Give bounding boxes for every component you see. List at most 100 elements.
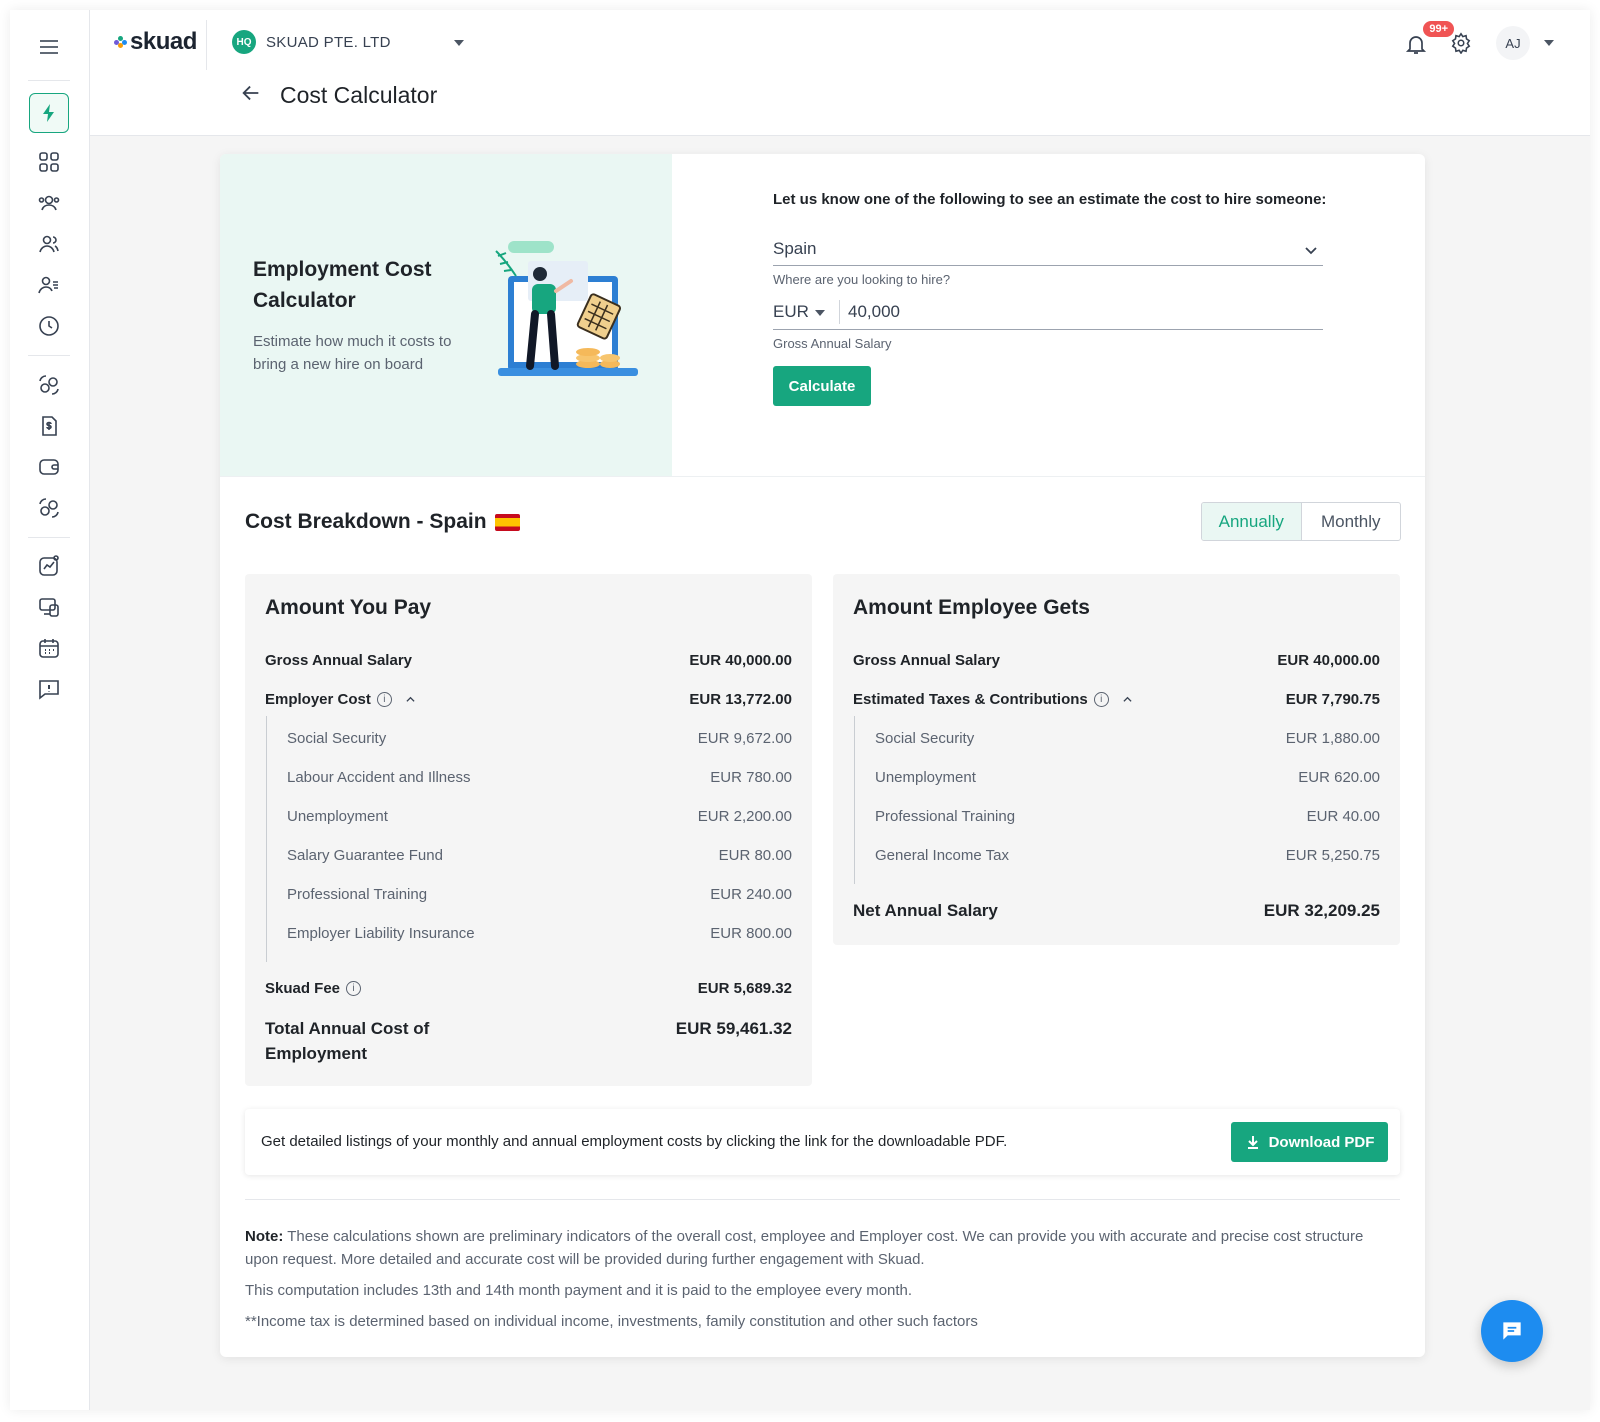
row-value: EUR 40,000.00 [1277, 651, 1380, 669]
avatar[interactable]: AJ [1496, 26, 1530, 60]
calculate-button[interactable]: Calculate [773, 366, 871, 406]
row-label-group: Estimated Taxes & Contributions i [853, 691, 1132, 708]
sidebar-item-expenses[interactable] [29, 488, 69, 528]
sidebar-item-calendar[interactable] [29, 628, 69, 668]
breakdown-title-text: Cost Breakdown - Spain [245, 510, 487, 533]
item-value: EUR 800.00 [710, 924, 792, 942]
note-paragraph: Note: These calculations shown are preli… [245, 1225, 1400, 1271]
notes-divider [245, 1199, 1400, 1200]
chat-button[interactable] [1481, 1300, 1543, 1362]
sidebar-item-quick-actions[interactable] [29, 93, 69, 133]
chat-icon [1503, 1322, 1521, 1340]
sidebar [10, 10, 90, 1410]
company-selector[interactable]: HQ SKUAD PTE. LTD [232, 30, 391, 54]
analytics-icon [39, 555, 59, 576]
panel-title: Amount You Pay [265, 596, 432, 619]
main-content: Employment Cost Calculator Estimate how … [90, 136, 1590, 1410]
country-select[interactable]: Spain [773, 234, 1323, 266]
calculator-form: Let us know one of the following to see … [773, 154, 1425, 476]
gross-salary-row: Gross Annual Salary EUR 40,000.00 [265, 648, 792, 672]
chevron-down-icon[interactable] [454, 40, 464, 46]
row-label-group: Employer Cost i [265, 691, 415, 708]
info-icon[interactable]: i [1093, 691, 1109, 707]
info-icon[interactable]: i [346, 980, 362, 996]
sidebar-item-dashboard[interactable] [29, 142, 69, 182]
user-list-icon [38, 276, 58, 294]
chevron-up-icon[interactable] [1123, 695, 1132, 704]
employer-cost-row[interactable]: Employer Cost i EUR 13,772.00 [265, 687, 792, 711]
page-title-row: Cost Calculator [240, 82, 437, 109]
caret-down-icon[interactable] [815, 310, 825, 316]
sidebar-item-team[interactable] [29, 183, 69, 223]
item-label: Employer Liability Insurance [287, 924, 475, 942]
list-item: Social Security EUR 1,880.00 [875, 726, 1380, 750]
sidebar-item-time[interactable] [29, 306, 69, 346]
list-item: Unemployment EUR 620.00 [875, 765, 1380, 789]
row-label: Employer Cost [265, 690, 371, 708]
item-label: Unemployment [287, 807, 388, 825]
period-toggle: Annually Monthly [1201, 502, 1401, 541]
header-divider [206, 20, 207, 70]
note-line: **Income tax is determined based on indi… [245, 1313, 978, 1330]
bell-icon[interactable] [1404, 32, 1428, 56]
item-value: EUR 40.00 [1306, 807, 1380, 825]
panel-title: Amount Employee Gets [853, 596, 1090, 619]
list-item: Professional Training EUR 40.00 [875, 804, 1380, 828]
calculator-illustration [495, 241, 638, 376]
gear-icon[interactable] [1450, 32, 1472, 54]
sidebar-item-payroll[interactable] [29, 365, 69, 405]
sidebar-item-feedback[interactable] [29, 669, 69, 709]
sidebar-divider [28, 80, 70, 81]
note-line: This computation includes 13th and 14th … [245, 1282, 913, 1299]
sidebar-item-wallet[interactable] [29, 447, 69, 487]
sidebar-item-employees[interactable] [29, 265, 69, 305]
sidebar-item-reports[interactable] [29, 546, 69, 586]
total-cost-row: Total Annual Cost of Employment EUR 59,4… [265, 1016, 792, 1068]
calendar-icon [39, 639, 59, 658]
back-arrow-icon[interactable] [240, 82, 262, 109]
money-exchange-icon [39, 375, 59, 395]
info-icon[interactable]: i [376, 691, 392, 707]
item-value: EUR 620.00 [1298, 768, 1380, 786]
item-label: Professional Training [287, 885, 428, 903]
sidebar-item-devices[interactable] [29, 587, 69, 627]
note-label: Note: [245, 1228, 284, 1245]
toggle-annually[interactable]: Annually [1202, 503, 1302, 540]
breakdown-title: Cost Breakdown - Spain [245, 510, 520, 534]
skuad-logo[interactable]: skuad [114, 28, 197, 56]
download-icon [1247, 1136, 1258, 1149]
download-pdf-label: Download PDF [1268, 1133, 1375, 1151]
sidebar-divider [28, 355, 70, 356]
row-label-group: Skuad Fee i [265, 979, 362, 997]
row-value: EUR 59,461.32 [675, 1019, 792, 1038]
chevron-up-icon[interactable] [406, 695, 415, 704]
row-label: Skuad Fee [265, 979, 341, 997]
toggle-monthly[interactable]: Monthly [1302, 503, 1401, 540]
item-value: EUR 5,250.75 [1285, 846, 1380, 864]
sidebar-item-invoices[interactable] [29, 406, 69, 446]
menu-icon[interactable] [29, 27, 69, 67]
amount-you-pay-panel: Amount You Pay Gross Annual Salary EUR 4… [245, 574, 812, 1086]
tree-line [266, 716, 267, 962]
row-label: Net Annual Salary [853, 901, 998, 920]
item-label: Labour Accident and Illness [287, 768, 471, 786]
pdf-download-bar: Get detailed listings of your monthly an… [245, 1109, 1400, 1175]
chevron-down-icon[interactable] [1544, 40, 1554, 46]
gross-salary-row: Gross Annual Salary EUR 40,000.00 [853, 648, 1380, 672]
item-value: EUR 780.00 [710, 768, 792, 786]
country-helper: Where are you looking to hire? [773, 272, 951, 287]
download-pdf-button[interactable]: Download PDF [1231, 1122, 1388, 1162]
item-value: EUR 9,672.00 [697, 729, 792, 747]
taxes-row[interactable]: Estimated Taxes & Contributions i EUR 7,… [853, 687, 1380, 711]
sidebar-item-people[interactable] [29, 224, 69, 264]
money-exchange-icon [39, 498, 59, 518]
salary-input[interactable]: 40,000 [848, 302, 900, 322]
country-value: Spain [773, 239, 817, 258]
amount-employee-gets-panel: Amount Employee Gets Gross Annual Salary… [833, 574, 1400, 945]
wallet-icon [39, 459, 59, 475]
currency-select[interactable]: EUR [773, 302, 809, 322]
list-item: Employer Liability Insurance EUR 800.00 [287, 921, 792, 945]
team-icon [38, 195, 60, 211]
row-label: Total Annual Cost of Employment [265, 1019, 430, 1063]
item-value: EUR 1,880.00 [1285, 729, 1380, 747]
